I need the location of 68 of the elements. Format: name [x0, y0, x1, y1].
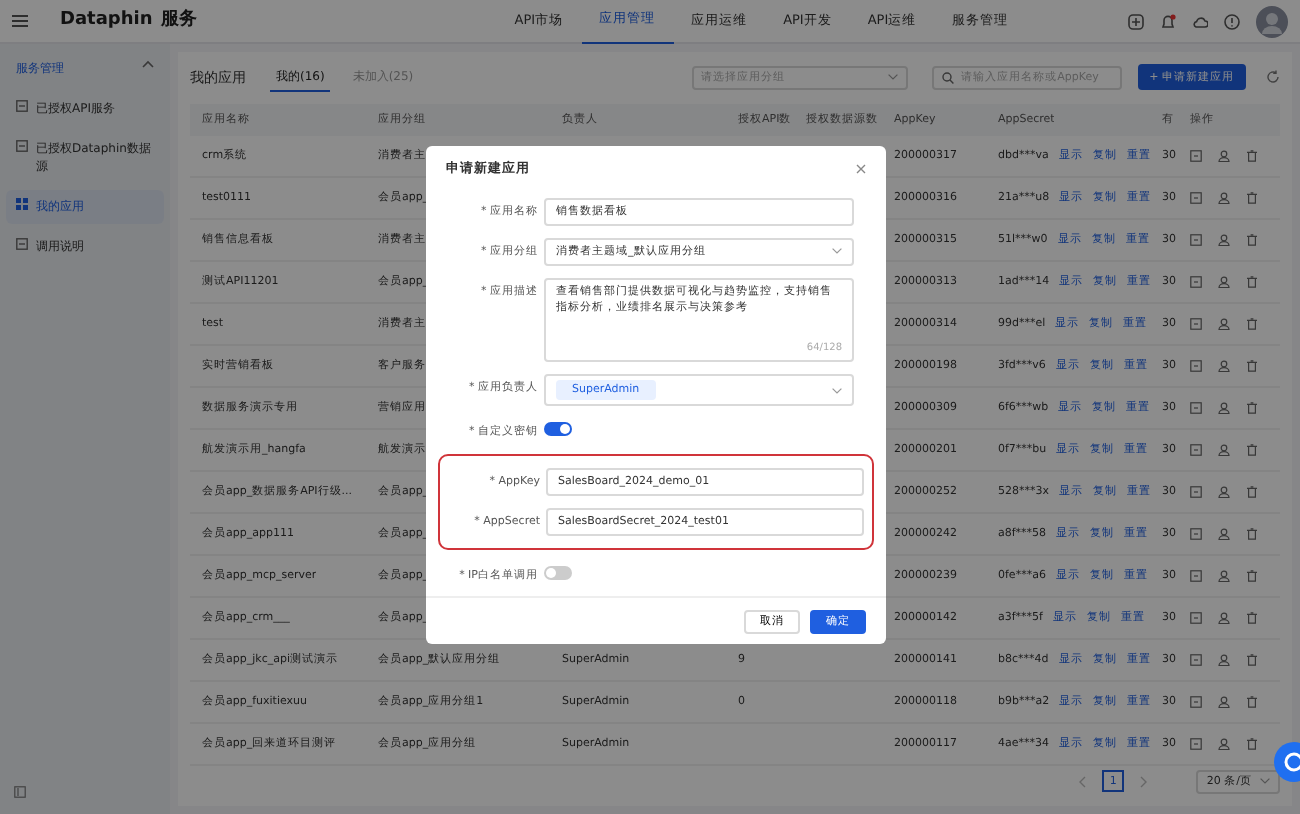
user-icon[interactable] [1218, 611, 1230, 624]
trash-icon[interactable] [1246, 653, 1258, 666]
search-icon [941, 71, 954, 84]
trash-icon[interactable] [1246, 275, 1258, 288]
trash-icon[interactable] [1246, 527, 1258, 540]
user-icon[interactable] [1218, 569, 1230, 582]
trash-icon[interactable] [1246, 149, 1258, 162]
trash-icon[interactable] [1246, 317, 1258, 330]
user-icon[interactable] [1218, 191, 1230, 204]
trash-icon[interactable] [1246, 233, 1258, 246]
edit-icon[interactable] [1190, 611, 1202, 624]
document-icon [16, 140, 28, 152]
user-icon[interactable] [1218, 275, 1230, 288]
edit-icon[interactable] [1190, 401, 1202, 414]
user-icon[interactable] [1218, 149, 1230, 162]
chevron-icon [887, 74, 898, 81]
cloud-icon[interactable] [1192, 13, 1208, 29]
trash-icon[interactable] [1246, 485, 1258, 498]
trash-icon[interactable] [1246, 359, 1258, 372]
user-icon[interactable] [1218, 317, 1230, 330]
add-icon[interactable] [1128, 13, 1144, 29]
document-icon [16, 238, 28, 250]
close-icon[interactable] [856, 164, 866, 175]
menu-icon[interactable] [12, 14, 28, 28]
chevron-icon [1260, 778, 1270, 785]
chevron-icon [832, 248, 842, 255]
user-icon[interactable] [1218, 359, 1230, 372]
user-icon[interactable] [1218, 401, 1230, 414]
collapse-icon[interactable] [14, 786, 26, 798]
document-icon [16, 100, 28, 112]
brand-logo: Dataphin [60, 7, 153, 34]
trash-icon[interactable] [1246, 695, 1258, 708]
user-icon[interactable] [1218, 653, 1230, 666]
toggle-switch[interactable] [544, 422, 572, 437]
grid-icon [16, 198, 28, 210]
user-icon[interactable] [1218, 443, 1230, 456]
user-icon[interactable] [1218, 233, 1230, 246]
trash-icon[interactable] [1246, 401, 1258, 414]
edit-icon[interactable] [1190, 233, 1202, 246]
refresh-icon[interactable] [1266, 70, 1280, 85]
toggle-switch[interactable] [544, 566, 572, 581]
edit-icon[interactable] [1190, 191, 1202, 204]
trash-icon[interactable] [1246, 611, 1258, 624]
bell-icon[interactable] [1160, 13, 1176, 29]
edit-icon[interactable] [1190, 527, 1202, 540]
edit-icon[interactable] [1190, 737, 1202, 750]
user-icon[interactable] [1218, 485, 1230, 498]
edit-icon[interactable] [1190, 485, 1202, 498]
edit-icon[interactable] [1190, 359, 1202, 372]
trash-icon[interactable] [1246, 191, 1258, 204]
edit-icon[interactable] [1190, 653, 1202, 666]
help-bubble-icon[interactable] [1272, 740, 1300, 784]
trash-icon[interactable] [1246, 569, 1258, 582]
edit-icon[interactable] [1190, 695, 1202, 708]
trash-icon[interactable] [1246, 737, 1258, 750]
help-icon[interactable] [1224, 13, 1240, 29]
edit-icon[interactable] [1190, 149, 1202, 162]
edit-icon[interactable] [1190, 569, 1202, 582]
avatar[interactable] [1256, 5, 1288, 37]
user-icon[interactable] [1218, 695, 1230, 708]
edit-icon[interactable] [1190, 443, 1202, 456]
user-icon[interactable] [1218, 527, 1230, 540]
user-icon[interactable] [1218, 737, 1230, 750]
edit-icon[interactable] [1190, 317, 1202, 330]
trash-icon[interactable] [1246, 443, 1258, 456]
product-name: 服务 [160, 7, 197, 34]
edit-icon[interactable] [1190, 275, 1202, 288]
chevron-icon [832, 387, 842, 394]
